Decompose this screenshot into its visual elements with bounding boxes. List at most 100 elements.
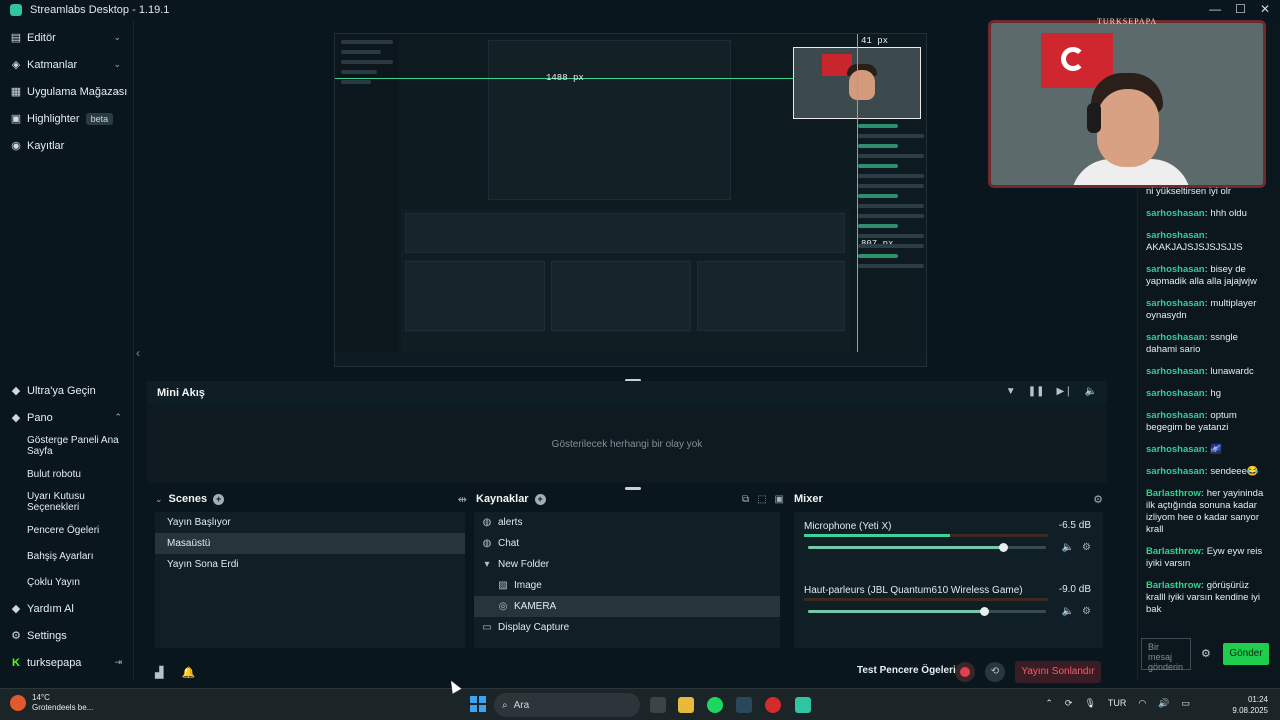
- chevron-up-icon[interactable]: ⌃: [1045, 698, 1053, 709]
- preview-nested-taskbar: [335, 352, 926, 366]
- sidebar-item-help[interactable]: ◆ Yardım Al: [0, 595, 134, 622]
- mini-feed-empty-text: Gösterilecek herhangi bir olay yok: [551, 438, 703, 450]
- chat-input[interactable]: Bir mesaj gönderin: [1141, 638, 1191, 672]
- mixer-channel-db: -9.0 dB: [1058, 584, 1091, 595]
- chat-username[interactable]: sarhoshasan:: [1146, 264, 1208, 275]
- preview-width-label: 1488 px: [546, 73, 584, 83]
- speaker-icon[interactable]: 🔈: [1062, 542, 1074, 553]
- source-item[interactable]: ▭ Display Capture: [474, 617, 780, 638]
- filter-icon[interactable]: ▼: [1006, 386, 1016, 397]
- task-view-icon[interactable]: [650, 697, 666, 713]
- sidebar-item-highlighter[interactable]: ▣ Highlighter beta: [0, 105, 133, 132]
- sidebar-sub-alertbox[interactable]: Uyarı Kutusu Seçenekleri: [0, 487, 134, 517]
- sidebar-item-layers[interactable]: ◈ Katmanlar ⌄: [0, 51, 133, 78]
- chat-username[interactable]: sarhoshasan:: [1146, 230, 1208, 241]
- gear-icon[interactable]: ⚙: [1201, 647, 1211, 660]
- sidebar-item-dashboard[interactable]: ◆ Pano ⌃: [0, 404, 134, 431]
- monitor-icon: ▭: [482, 622, 492, 633]
- sidebar: ▤ Editör ⌄ ◈ Katmanlar ⌄ ▦ Uygulama Mağa…: [0, 20, 134, 680]
- source-item[interactable]: ◎ KAMERA: [474, 596, 780, 617]
- taskbar-search[interactable]: ⌕ Ara: [494, 693, 640, 717]
- sidebar-item-editor[interactable]: ▤ Editör ⌄: [0, 24, 133, 51]
- chat-message: sarhoshasan: ssngle dahami sario: [1146, 332, 1266, 356]
- bell-icon[interactable]: 🔔: [181, 666, 195, 679]
- replay-buffer-button[interactable]: ⟲: [985, 662, 1005, 682]
- scene-transitions-icon[interactable]: ⇹: [458, 493, 467, 506]
- source-item[interactable]: ◍ Chat: [474, 533, 780, 554]
- streamlabs-taskbar-icon[interactable]: [795, 697, 811, 713]
- weather-desc: Grotendeels be...: [32, 703, 94, 712]
- record-button[interactable]: [955, 662, 975, 682]
- pause-icon[interactable]: ❚❚: [1028, 386, 1045, 397]
- source-folder[interactable]: ▾ New Folder: [474, 554, 780, 575]
- sidebar-sub-cloudbot[interactable]: Bulut robotu: [0, 461, 134, 487]
- add-source-icon[interactable]: +: [534, 493, 546, 505]
- logout-icon[interactable]: ⇥: [114, 657, 122, 668]
- chat-username[interactable]: sarhoshasan:: [1146, 208, 1208, 219]
- start-button[interactable]: [470, 696, 486, 712]
- sidebar-item-user[interactable]: K turksepapa ⇥: [0, 649, 134, 676]
- microphone-icon[interactable]: 🎙: [1084, 698, 1095, 709]
- chat-username[interactable]: sarhoshasan:: [1146, 466, 1208, 477]
- gear-icon[interactable]: ⚙: [1082, 542, 1091, 553]
- language-indicator[interactable]: TUR: [1108, 698, 1127, 709]
- stream-preview[interactable]: 1488 px 41 px 807 px: [334, 33, 927, 367]
- spotify-icon[interactable]: [707, 697, 723, 713]
- chat-username[interactable]: sarhoshasan:: [1146, 298, 1208, 309]
- wifi-icon[interactable]: ◠: [1138, 698, 1146, 709]
- chat-messages: ni yükseltirsen iyi olr sarhoshasan: hhh …: [1146, 186, 1266, 626]
- clock[interactable]: 01:24 9.08.2025: [1232, 694, 1268, 716]
- steam-icon[interactable]: [736, 697, 752, 713]
- sidebar-item-settings[interactable]: ⚙ Settings: [0, 622, 134, 649]
- minimize-button[interactable]: —: [1209, 2, 1221, 16]
- volume-slider[interactable]: [808, 543, 1046, 552]
- gear-icon[interactable]: ⚙: [1093, 493, 1103, 506]
- file-explorer-icon[interactable]: [678, 697, 694, 713]
- chat-username[interactable]: sarhoshasan:: [1146, 332, 1208, 343]
- test-widgets-button[interactable]: Test Pencere Ögeleri: [857, 665, 956, 676]
- chat-username[interactable]: sarhoshasan:: [1146, 410, 1208, 421]
- close-button[interactable]: ✕: [1260, 2, 1270, 16]
- add-scene-icon[interactable]: +: [213, 493, 225, 505]
- sidebar-item-recordings[interactable]: ◉ Kayıtlar: [0, 132, 133, 159]
- audio-level-meter: [804, 534, 1048, 537]
- chevron-down-icon[interactable]: ⌄: [155, 494, 163, 505]
- volume-icon[interactable]: 🔈: [1085, 386, 1097, 397]
- preview-nested-editor: [401, 209, 851, 354]
- lock-icon[interactable]: ⬚: [757, 494, 766, 505]
- scene-item[interactable]: Yayın Başlıyor: [155, 512, 465, 533]
- collapse-sidebar-icon[interactable]: ‹: [136, 346, 140, 360]
- sidebar-sub-multistream[interactable]: Çoklu Yayın: [0, 569, 134, 595]
- chat-username[interactable]: sarhoshasan:: [1146, 444, 1208, 455]
- sidebar-sub-tip-settings[interactable]: Bahşiş Ayarları: [0, 543, 134, 569]
- sidebar-sub-widgets[interactable]: Pencere Ögeleri: [0, 517, 134, 543]
- volume-slider[interactable]: [808, 607, 1046, 616]
- weather-widget[interactable]: 14°C Grotendeels be...: [10, 693, 93, 713]
- source-properties-icon[interactable]: ⧉: [742, 494, 749, 505]
- maximize-button[interactable]: ☐: [1235, 2, 1246, 16]
- sync-icon[interactable]: ⟳: [1065, 698, 1073, 709]
- send-button[interactable]: Gönder: [1223, 643, 1269, 665]
- speaker-icon[interactable]: 🔈: [1062, 606, 1074, 617]
- gear-icon[interactable]: ⚙: [1082, 606, 1091, 617]
- chat-message: Barlasthrow: Eyw eyw reis iyiki varsın: [1146, 546, 1266, 570]
- stats-icon[interactable]: ▟: [155, 666, 163, 679]
- sidebar-sub-dashboard-home[interactable]: Gösterge Paneli Ana Sayfa: [0, 431, 134, 461]
- sidebar-item-ultra[interactable]: ◆ Ultra'ya Geçin: [0, 377, 134, 404]
- sidebar-item-store[interactable]: ▦ Uygulama Mağazası ⌄: [0, 78, 133, 105]
- chat-username[interactable]: sarhoshasan:: [1146, 388, 1208, 399]
- chat-username[interactable]: Barlasthrow:: [1146, 580, 1204, 591]
- scene-item[interactable]: Masaüstü: [155, 533, 465, 554]
- chat-username[interactable]: sarhoshasan:: [1146, 366, 1208, 377]
- crescent-icon: [1061, 47, 1085, 71]
- chat-username[interactable]: Barlasthrow:: [1146, 546, 1204, 557]
- chat-username[interactable]: Barlasthrow:: [1146, 488, 1204, 499]
- scene-item[interactable]: Yayın Sona Erdi: [155, 554, 465, 575]
- volume-icon[interactable]: 🔊: [1158, 698, 1169, 709]
- skip-icon[interactable]: ▶❘: [1056, 386, 1072, 397]
- end-stream-button[interactable]: Yayını Sonlandır: [1015, 661, 1101, 683]
- add-folder-icon[interactable]: ▣: [775, 494, 784, 505]
- source-item[interactable]: ◍ alerts: [474, 512, 780, 533]
- opera-icon[interactable]: [765, 697, 781, 713]
- source-item[interactable]: ▨ Image: [474, 575, 780, 596]
